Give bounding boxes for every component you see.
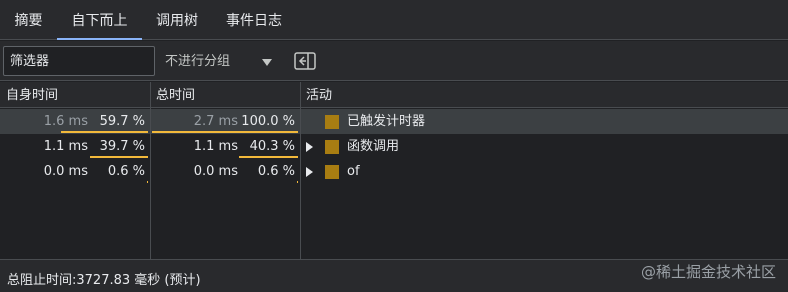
activity-name: of (347, 164, 360, 179)
total-time-ms: 0.0 ms (193, 164, 238, 179)
activity-name: 已触发计时器 (347, 114, 426, 129)
total-time-bar (239, 156, 298, 158)
table-row[interactable]: 1.6 ms 59.7 % 2.7 ms 100.0 % 已触发计时器 (0, 109, 788, 134)
tab-call-tree-label: 调用树 (156, 13, 198, 29)
category-color-swatch (325, 140, 339, 154)
column-header-activity[interactable]: 活动 (300, 82, 788, 108)
tab-summary-label: 摘要 (14, 13, 43, 29)
tab-event-log[interactable]: 事件日志 (212, 0, 296, 40)
table-header: 自身时间 总时间 活动 (0, 82, 788, 108)
table-row[interactable]: 1.1 ms 39.7 % 1.1 ms 40.3 % 函数调用 (0, 134, 788, 159)
total-time-bar (297, 181, 298, 183)
column-header-total-time[interactable]: 总时间 (150, 82, 300, 108)
self-time-bar (147, 181, 148, 183)
grouping-dropdown[interactable]: 不进行分组 (165, 51, 280, 73)
total-blocking-time: 总阻止时间:3727.83 毫秒 (预计) (7, 273, 201, 288)
self-time-bar (61, 131, 148, 133)
activity-name: 函数调用 (347, 139, 400, 154)
column-header-self-time-label: 自身时间 (6, 88, 59, 103)
tab-bottom-up[interactable]: 自下而上 (57, 0, 142, 40)
table-row[interactable]: 0.0 ms 0.6 % 0.0 ms 0.6 % of (0, 159, 788, 184)
total-time-bar (152, 131, 298, 133)
self-time-ms: 1.1 ms (43, 139, 88, 154)
tab-bar: 摘要 自下而上 调用树 事件日志 (0, 0, 788, 40)
active-tab-indicator (57, 38, 142, 40)
grouping-dropdown-value: 不进行分组 (165, 54, 231, 69)
total-time-ms: 1.1 ms (193, 139, 238, 154)
filter-input[interactable] (3, 46, 155, 76)
tab-summary[interactable]: 摘要 (0, 0, 57, 40)
sidebar-toggle-button[interactable] (294, 52, 316, 70)
watermark: @稀土掘金技术社区 (640, 263, 776, 281)
column-header-total-time-label: 总时间 (156, 88, 196, 103)
self-time-ms: 0.0 ms (43, 164, 88, 179)
tab-call-tree[interactable]: 调用树 (142, 0, 212, 40)
self-time-percent: 0.6 % (107, 164, 145, 179)
toolbar: 不进行分组 (0, 41, 788, 81)
sidebar-toggle-icon (294, 52, 316, 70)
tab-bottom-up-label: 自下而上 (71, 13, 128, 29)
category-color-swatch (325, 165, 339, 179)
column-divider[interactable] (150, 82, 151, 259)
expand-arrow-icon[interactable] (306, 142, 313, 152)
tab-event-log-label: 事件日志 (226, 13, 282, 29)
dropdown-arrow-icon (262, 59, 272, 66)
column-header-self-time[interactable]: 自身时间 (0, 82, 150, 108)
total-time-percent: 0.6 % (257, 164, 295, 179)
self-time-bar (90, 156, 148, 158)
column-divider[interactable] (300, 82, 301, 259)
expand-arrow-icon[interactable] (306, 167, 313, 177)
category-color-swatch (325, 115, 339, 129)
column-header-activity-label: 活动 (306, 88, 333, 103)
